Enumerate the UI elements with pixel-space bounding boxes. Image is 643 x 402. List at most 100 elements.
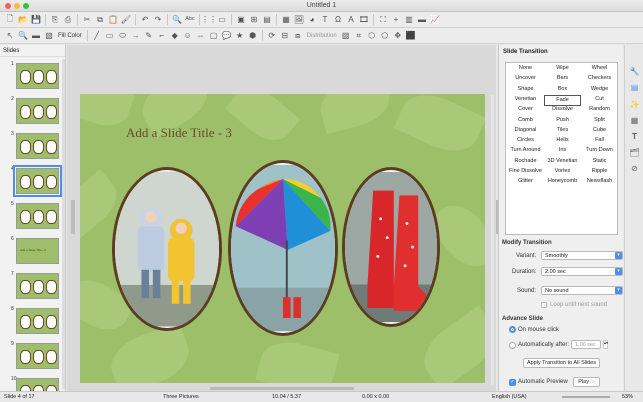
slide-thumbnail[interactable] (16, 133, 59, 159)
flowchart-icon[interactable]: ▢ (208, 30, 220, 42)
slide-sorter-icon[interactable]: ▥ (403, 14, 415, 26)
special-character-icon[interactable]: Ω (332, 14, 344, 26)
current-slide[interactable]: Add a Slide Title - 3 (80, 94, 485, 383)
sound-select[interactable]: No sound ▾ (541, 286, 623, 295)
transition-option[interactable]: 3D Venetian (544, 157, 581, 166)
play-button[interactable]: Play ▷ (573, 377, 600, 387)
canvas-vertical-scrollbar[interactable] (491, 95, 494, 385)
transition-option[interactable]: Cut (581, 95, 618, 104)
clone-formatting-icon[interactable]: 🖌 (120, 14, 132, 26)
add-icon[interactable]: + (390, 14, 402, 26)
slide-show-icon[interactable]: ▣ (235, 14, 247, 26)
transition-option[interactable]: Diagonal (507, 126, 544, 135)
slide-thumbnail[interactable]: Add a Slide Title - 6 (16, 238, 59, 264)
print-icon[interactable]: ⎙ (62, 14, 74, 26)
picture-frame-center[interactable] (228, 160, 338, 336)
helplines-icon[interactable]: ▭ (216, 14, 228, 26)
glue-points-icon[interactable]: ✥ (392, 30, 404, 42)
line-icon[interactable]: ╱ (91, 30, 103, 42)
select-icon[interactable]: ↖ (4, 30, 16, 42)
undo-icon[interactable]: ↶ (139, 14, 151, 26)
duration-field[interactable]: 2.00 sec ▾ (541, 267, 623, 276)
master-slides-icon[interactable]: ▦ (629, 116, 640, 126)
rotate-icon[interactable]: ⟳ (266, 30, 278, 42)
redo-icon[interactable]: ↷ (152, 14, 164, 26)
slide-thumbnail[interactable] (16, 378, 59, 391)
cut-icon[interactable]: ✂ (81, 14, 93, 26)
slide-thumbnail[interactable] (16, 203, 59, 229)
crop-icon[interactable]: ⌗ (353, 30, 365, 42)
styles-icon[interactable]: 𝐓 (629, 132, 640, 142)
transition-option[interactable]: Cover (507, 105, 544, 114)
line-color-icon[interactable]: ▬ (30, 30, 42, 42)
transition-option[interactable]: Wheel (581, 64, 618, 73)
transition-option[interactable]: Fine Dissolve (507, 167, 544, 176)
display-grid-icon[interactable]: ⋮⋮ (201, 14, 217, 26)
on-mouse-click-radio[interactable] (509, 326, 516, 333)
show-draw-functions-icon[interactable]: ⛶ (377, 14, 389, 26)
fontwork-icon[interactable]: A (345, 14, 357, 26)
time-stepper[interactable]: ▴▾ (603, 340, 608, 349)
transition-option[interactable]: Vortex (544, 167, 581, 176)
zoom-level[interactable]: 53% (622, 394, 633, 400)
transition-option[interactable]: Cube (581, 126, 618, 135)
picture-frame-left[interactable] (112, 167, 222, 331)
block-arrows-icon[interactable]: ⇔ (195, 30, 207, 42)
insert-table-icon[interactable]: ▦ (280, 14, 292, 26)
transition-option[interactable]: Circles (507, 136, 544, 145)
transition-option[interactable]: Wedge (581, 85, 618, 94)
slide-thumbnail[interactable] (16, 98, 59, 124)
transition-option[interactable]: Box (544, 85, 581, 94)
slides-scrollbar[interactable] (62, 59, 65, 389)
transition-option[interactable]: Checkers (581, 74, 618, 83)
transition-option[interactable]: Tiles (544, 126, 581, 135)
new-document-icon[interactable]: 🗋 (4, 14, 16, 26)
canvas-horizontal-scrollbar[interactable] (210, 387, 354, 390)
slide-thumbnail[interactable] (16, 273, 59, 299)
navigator-icon[interactable]: ⊘ (629, 164, 640, 174)
picture-frame-right[interactable] (342, 167, 440, 327)
transition-option[interactable]: Iris (544, 146, 581, 155)
extrusion-icon[interactable]: ⬛ (405, 30, 417, 42)
open-folder-icon[interactable]: 📂 (17, 14, 29, 26)
text-box-icon[interactable]: T (319, 14, 331, 26)
rectangle-icon[interactable]: ▭ (104, 30, 116, 42)
language-status[interactable]: English (USA) (492, 394, 527, 400)
transition-option[interactable]: Glitter (507, 177, 544, 186)
align-icon[interactable]: ⊟ (279, 30, 291, 42)
distribution-button[interactable]: Distribution (305, 33, 339, 39)
curve-icon[interactable]: ✎ (143, 30, 155, 42)
slide-thumbnail[interactable] (16, 63, 59, 89)
slide-title[interactable]: Add a Slide Title - 3 (126, 125, 232, 141)
variant-select[interactable]: Smoothly ▾ (541, 251, 623, 260)
transition-option[interactable]: Dissolve (544, 105, 581, 114)
insert-image-icon[interactable]: 🖼 (293, 14, 305, 26)
transition-option[interactable]: Static (581, 157, 618, 166)
3d-objects-icon[interactable]: ⬢ (247, 30, 259, 42)
transition-option[interactable]: Comb (507, 116, 544, 125)
export-pdf-icon[interactable]: ⎘ (49, 14, 61, 26)
transition-option[interactable]: Turn Down (581, 146, 618, 155)
slide-layout-icon[interactable]: ▤ (261, 14, 273, 26)
basic-shapes-icon[interactable]: ◆ (169, 30, 181, 42)
chart-icon[interactable]: 📈 (429, 14, 441, 26)
transition-option[interactable]: Turn Around (507, 146, 544, 155)
delete-slide-icon[interactable]: ▬ (416, 14, 428, 26)
arrange-icon[interactable]: ⧈ (292, 30, 304, 42)
slide-thumbnail[interactable] (13, 165, 62, 197)
new-slide-icon[interactable]: ⊞ (248, 14, 260, 26)
find-replace-icon[interactable]: 🔍 (171, 14, 183, 26)
points-icon[interactable]: ⬠ (379, 30, 391, 42)
shadow-icon[interactable]: ▨ (340, 30, 352, 42)
transition-option[interactable]: Fall (581, 136, 618, 145)
transition-option[interactable]: Shape (507, 85, 544, 94)
slide-thumbnail[interactable] (16, 308, 59, 334)
video-icon[interactable]: 🎞 (358, 14, 370, 26)
transition-option[interactable]: Wipe (544, 64, 581, 73)
transition-option[interactable]: Bars (544, 74, 581, 83)
transition-option[interactable]: Venetian (507, 95, 544, 104)
symbol-shapes-icon[interactable]: ☺ (182, 30, 194, 42)
properties-icon[interactable]: 🔧 (629, 67, 640, 77)
transition-option[interactable]: Random (581, 105, 618, 114)
slides-pane-collapse-handle[interactable] (71, 200, 75, 234)
